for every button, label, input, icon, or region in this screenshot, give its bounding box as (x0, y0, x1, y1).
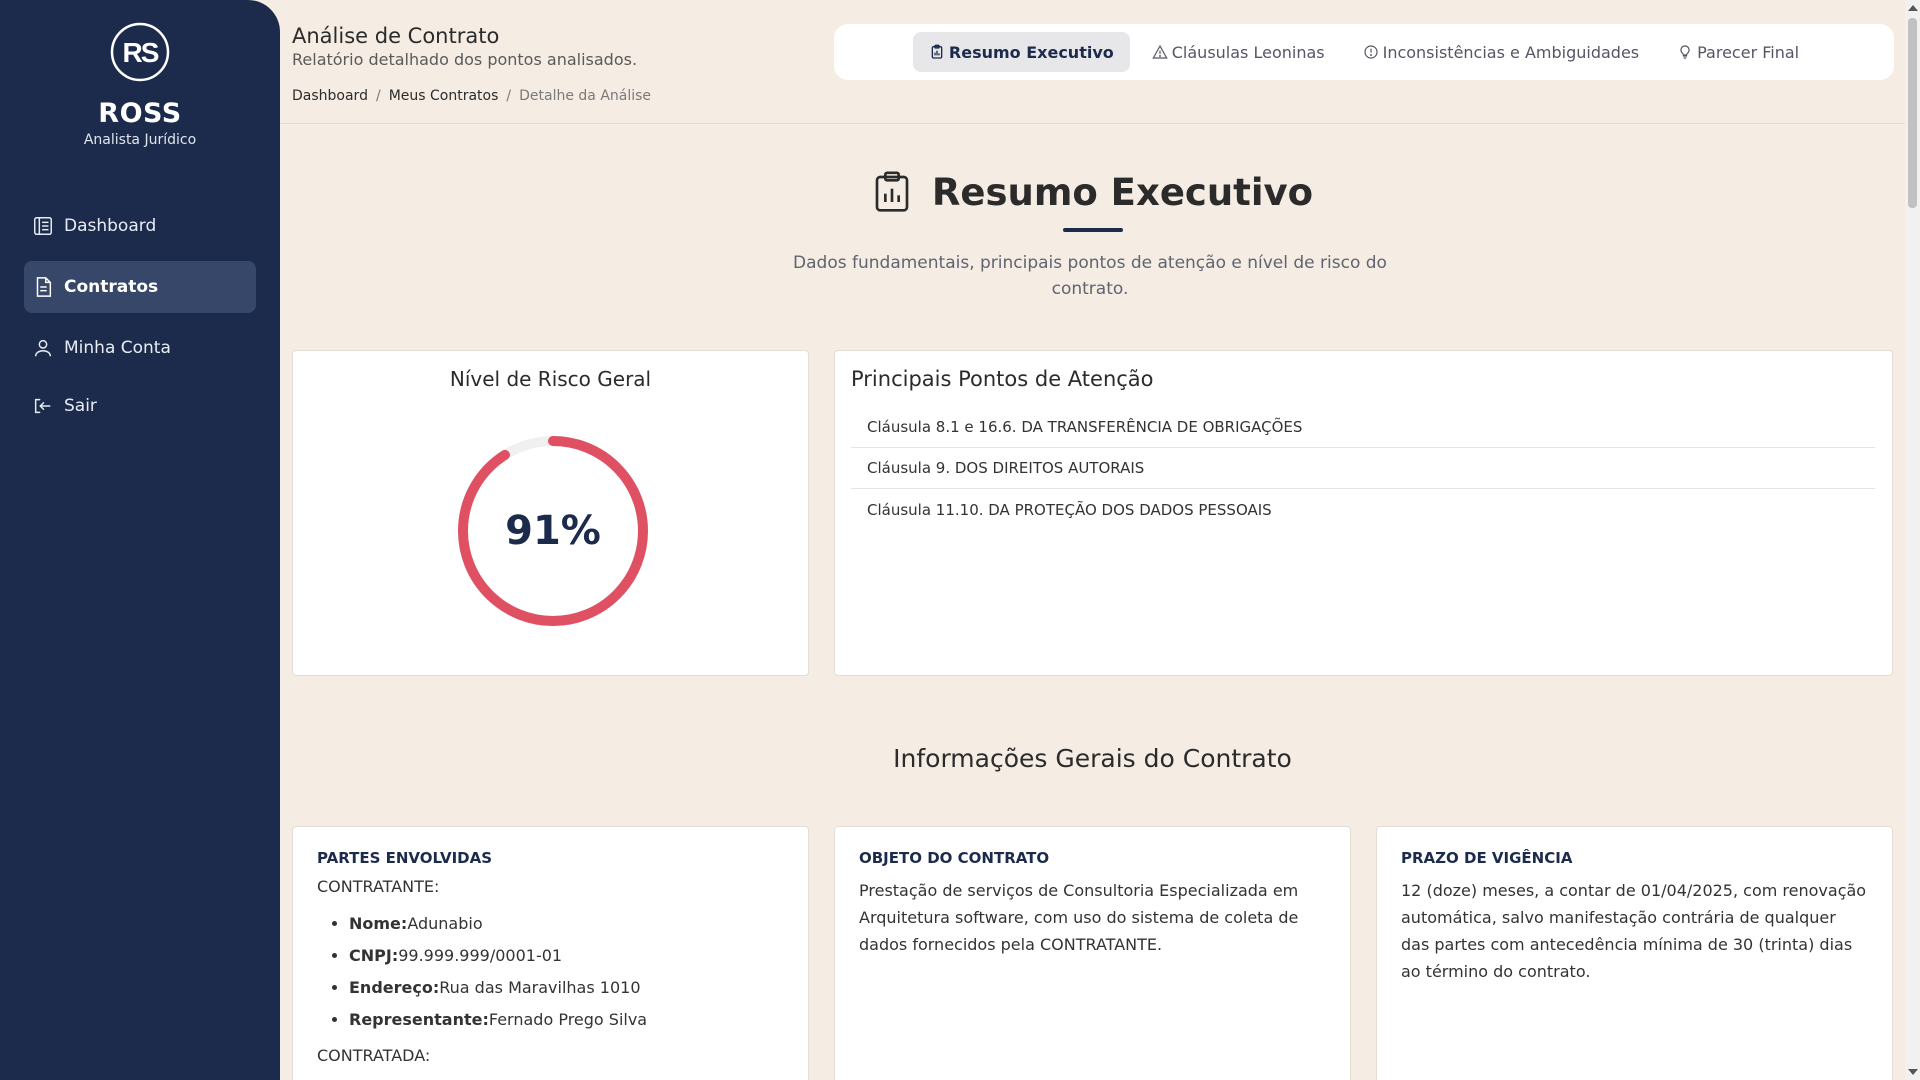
page-subtitle: Relatório detalhado dos pontos analisado… (292, 50, 638, 69)
logout-icon (34, 398, 51, 414)
term-heading: PRAZO DE VIGÊNCIA (1401, 849, 1573, 867)
field-value: 99.999.999/0001-01 (398, 946, 563, 965)
attention-points-list: Cláusula 8.1 e 16.6. DA TRANSFERÊNCIA DE… (851, 407, 1875, 530)
tab-inconsistencias[interactable]: Inconsistências e Ambiguidades (1347, 32, 1656, 72)
list-item[interactable]: Cláusula 8.1 e 16.6. DA TRANSFERÊNCIA DE… (851, 407, 1875, 448)
warning-icon (1152, 44, 1168, 59)
tab-clausulas-leoninas[interactable]: Cláusulas Leoninas (1136, 32, 1341, 72)
analysis-tabs: Resumo Executivo Cláusulas Leoninas Inco… (834, 24, 1894, 80)
object-text: Prestação de serviços de Consultoria Esp… (859, 881, 1299, 954)
sidebar-item-label: Contratos (64, 277, 159, 297)
page-scrollbar[interactable] (1905, 0, 1920, 1080)
list-item[interactable]: Cláusula 11.10. DA PROTEÇÃO DOS DADOS PE… (851, 489, 1875, 530)
breadcrumb-dashboard[interactable]: Dashboard (292, 88, 368, 104)
lightbulb-icon (1680, 45, 1690, 59)
field-key: Representante: (349, 1010, 489, 1029)
field-value: Fernado Prego Silva (488, 1010, 648, 1029)
sidebar-item-sair[interactable]: Sair (24, 380, 256, 432)
attention-points-card: Principais Pontos de Atenção Cláusula 8.… (834, 350, 1893, 676)
page-title: Análise de Contrato (292, 24, 500, 48)
contratante-label: CONTRATANTE: (317, 877, 440, 896)
parties-card: PARTES ENVOLVIDAS CONTRATANTE: Nome:Adun… (292, 826, 809, 1080)
sidebar-item-contratos[interactable]: Contratos (24, 261, 256, 313)
clipboard-chart-icon (931, 44, 943, 59)
parties-heading: PARTES ENVOLVIDAS (317, 849, 493, 867)
breadcrumb-separator: / (506, 88, 512, 104)
ross-logo: RS (110, 22, 170, 82)
field-key: Endereço: (349, 978, 440, 997)
sidebar: RS ROSS Analista Jurídico Dashboard Cont… (0, 0, 280, 1080)
breadcrumb-separator: / (375, 88, 381, 104)
field-key: Nome: (349, 914, 408, 933)
section-description: Dados fundamentais, principais pontos de… (793, 253, 1387, 299)
scroll-thumb[interactable] (1908, 18, 1917, 208)
page-header: Análise de Contrato Relatório detalhado … (280, 0, 1905, 124)
section-header: Resumo Executivo (280, 170, 1905, 214)
sidebar-item-dashboard[interactable]: Dashboard (24, 200, 256, 252)
object-card: OBJETO DO CONTRATO Prestação de serviços… (834, 826, 1351, 1080)
sidebar-item-label: Dashboard (64, 216, 157, 236)
field-representante: Representante:Fernado Prego Silva (349, 1004, 784, 1036)
sidebar-item-label: Minha Conta (64, 338, 171, 358)
section-title: Resumo Executivo (931, 170, 1314, 214)
clipboard-chart-icon (875, 171, 909, 212)
brand-role: Analista Jurídico (83, 132, 197, 148)
term-text: 12 (doze) meses, a contar de 01/04/2025,… (1401, 881, 1867, 981)
tab-label: Parecer Final (1697, 42, 1800, 62)
list-item[interactable]: Cláusula 9. DOS DIREITOS AUTORAIS (851, 448, 1875, 489)
document-icon (36, 277, 52, 297)
info-circle-icon (1363, 45, 1378, 59)
scroll-down-arrow-icon[interactable] (1908, 1069, 1918, 1075)
field-value: Adunabio (407, 914, 483, 933)
svg-text:RS: RS (123, 37, 159, 68)
tab-parecer-final[interactable]: Parecer Final (1661, 32, 1815, 72)
risk-card: Nível de Risco Geral 91% (292, 350, 809, 676)
term-card: PRAZO DE VIGÊNCIA 12 (doze) meses, a con… (1376, 826, 1893, 1080)
field-cnpj: CNPJ:99.999.999/0001-01 (349, 940, 784, 972)
object-heading: OBJETO DO CONTRATO (859, 849, 1050, 867)
tab-resumo-executivo[interactable]: Resumo Executivo (912, 32, 1130, 72)
risk-card-title: Nível de Risco Geral (449, 367, 652, 391)
brand-name: ROSS (98, 98, 182, 129)
scroll-up-arrow-icon[interactable] (1908, 5, 1918, 11)
contratada-label: CONTRATADA: (317, 1046, 431, 1065)
risk-value: 91% (505, 508, 601, 554)
breadcrumb-detalhe: Detalhe da Análise (519, 88, 652, 104)
field-value: Rua das Maravilhas 1010 (439, 978, 641, 997)
sidebar-item-label: Sair (64, 396, 97, 416)
title-underline (1063, 228, 1123, 232)
sidebar-item-minha-conta[interactable]: Minha Conta (24, 322, 256, 374)
contratante-fields: Nome:Adunabio CNPJ:99.999.999/0001-01 En… (317, 908, 784, 1036)
field-nome: Nome:Adunabio (349, 908, 784, 940)
field-endereco: Endereço:Rua das Maravilhas 1010 (349, 972, 784, 1004)
field-key: CNPJ: (349, 946, 399, 965)
attention-points-title: Principais Pontos de Atenção (851, 367, 1154, 391)
tab-label: Resumo Executivo (948, 42, 1114, 62)
tab-label: Inconsistências e Ambiguidades (1382, 42, 1640, 62)
user-icon (34, 339, 52, 357)
tab-label: Cláusulas Leoninas (1171, 42, 1325, 62)
dashboard-icon (34, 217, 52, 235)
breadcrumb-meus-contratos[interactable]: Meus Contratos (389, 88, 499, 104)
general-info-title: Informações Gerais do Contrato (893, 744, 1292, 773)
breadcrumb: Dashboard / Meus Contratos / Detalhe da … (292, 88, 651, 104)
